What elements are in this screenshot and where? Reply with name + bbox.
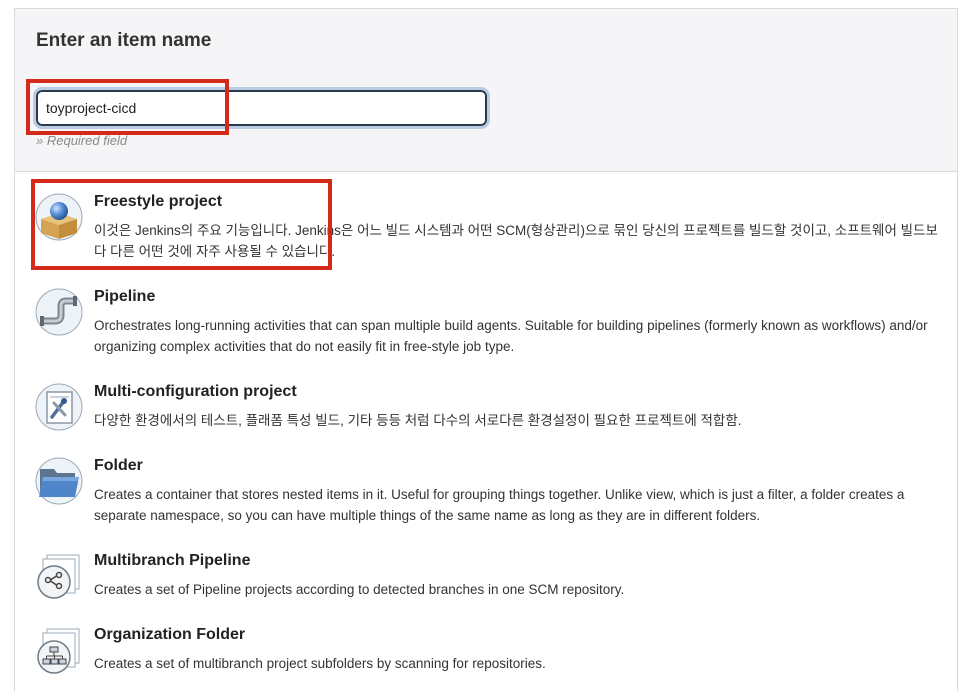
item-type-pipeline[interactable]: Pipeline Orchestrates long-running activ…	[35, 288, 940, 358]
item-description: Creates a container that stores nested i…	[94, 487, 905, 523]
item-title: Multibranch Pipeline	[94, 552, 251, 569]
item-title: Freestyle project	[94, 193, 223, 210]
organization-folder-icon	[37, 628, 80, 674]
item-description: Orchestrates long-running activities tha…	[94, 318, 928, 354]
item-description: Creates a set of multibranch project sub…	[94, 656, 546, 671]
item-description: 이것은 Jenkins의 주요 기능입니다. Jenkins은 어느 빌드 시스…	[94, 223, 938, 259]
item-title: Folder	[94, 457, 143, 474]
folder-icon	[35, 457, 83, 505]
item-type-organization-folder[interactable]: Organization Folder Creates a set of mul…	[35, 626, 940, 681]
item-title: Multi-configuration project	[94, 383, 297, 400]
item-type-multibranch-pipeline[interactable]: Multibranch Pipeline Creates a set of Pi…	[35, 552, 940, 607]
freestyle-project-icon	[35, 193, 83, 241]
item-title: Pipeline	[94, 288, 156, 305]
multi-configuration-icon	[35, 383, 83, 431]
item-name-section: Enter an item name » Required field	[15, 9, 957, 172]
pipeline-icon	[35, 288, 83, 336]
item-type-freestyle[interactable]: Freestyle project 이것은 Jenkins의 주요 기능입니다.…	[35, 193, 940, 263]
item-type-multi-configuration[interactable]: Multi-configuration project 다양한 환경에서의 테스…	[35, 383, 940, 438]
multibranch-pipeline-icon	[37, 554, 80, 599]
item-name-input[interactable]	[33, 87, 490, 129]
page-title: Enter an item name	[36, 30, 212, 51]
item-description: Creates a set of Pipeline projects accor…	[94, 582, 625, 597]
item-description: 다양한 환경에서의 테스트, 플래폼 특성 빌드, 기타 등등 처럼 다수의 서…	[94, 413, 742, 428]
required-field-hint: » Required field	[36, 133, 128, 148]
new-item-panel: Enter an item name » Required field Free…	[14, 8, 958, 691]
item-type-folder[interactable]: Folder Creates a container that stores n…	[35, 457, 940, 527]
item-title: Organization Folder	[94, 626, 246, 643]
